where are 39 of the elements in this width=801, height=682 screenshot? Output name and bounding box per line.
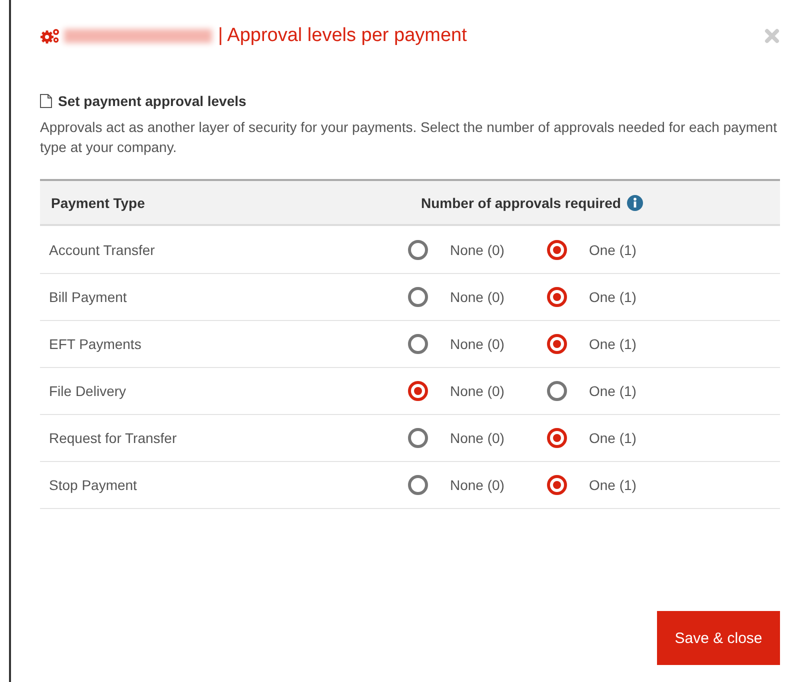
option-label: One (1) — [589, 430, 636, 446]
radio-button[interactable] — [547, 381, 567, 401]
save-close-button[interactable]: Save & close — [657, 611, 780, 665]
option-label: One (1) — [589, 383, 636, 399]
radio-button[interactable] — [408, 428, 428, 448]
radio-button[interactable] — [408, 240, 428, 260]
option-label: One (1) — [589, 289, 636, 305]
payment-type: Account Transfer — [48, 242, 156, 258]
radio-button[interactable] — [547, 240, 567, 260]
gears-icon — [40, 28, 60, 44]
payment-type: EFT Payments — [48, 336, 142, 352]
radio-button[interactable] — [408, 475, 428, 495]
radio-button[interactable] — [408, 381, 428, 401]
radio-button[interactable] — [547, 475, 567, 495]
option-label: None (0) — [450, 383, 504, 399]
radio-button[interactable] — [547, 428, 567, 448]
option-label: None (0) — [450, 242, 504, 258]
option-label: None (0) — [450, 289, 504, 305]
option-label: One (1) — [589, 242, 636, 258]
payment-type: File Delivery — [48, 383, 128, 399]
info-icon[interactable] — [626, 194, 643, 210]
option-label: None (0) — [450, 336, 504, 352]
radio-button[interactable] — [408, 334, 428, 354]
option-label: One (1) — [589, 336, 636, 352]
radio-button[interactable] — [408, 287, 428, 307]
dialog-title: | Approval levels per payment — [218, 25, 467, 47]
option-label: None (0) — [450, 430, 504, 446]
option-label: One (1) — [589, 477, 636, 493]
option-label: None (0) — [450, 477, 504, 493]
section-heading: Set payment approval levels — [58, 93, 246, 109]
payment-type: Request for Transfer — [48, 430, 178, 446]
document-icon — [40, 94, 52, 108]
payment-type: Bill Payment — [48, 289, 128, 305]
description-text: Approvals act as another layer of security for your payments. Select the number of approvals needed for each payment type at your company. — [40, 118, 778, 157]
radio-button[interactable] — [547, 334, 567, 354]
column-header: Payment Type — [50, 194, 146, 210]
payment-type: Stop Payment — [48, 477, 138, 493]
radio-button[interactable] — [547, 287, 567, 307]
column-header: Number of approvals required — [421, 194, 621, 210]
